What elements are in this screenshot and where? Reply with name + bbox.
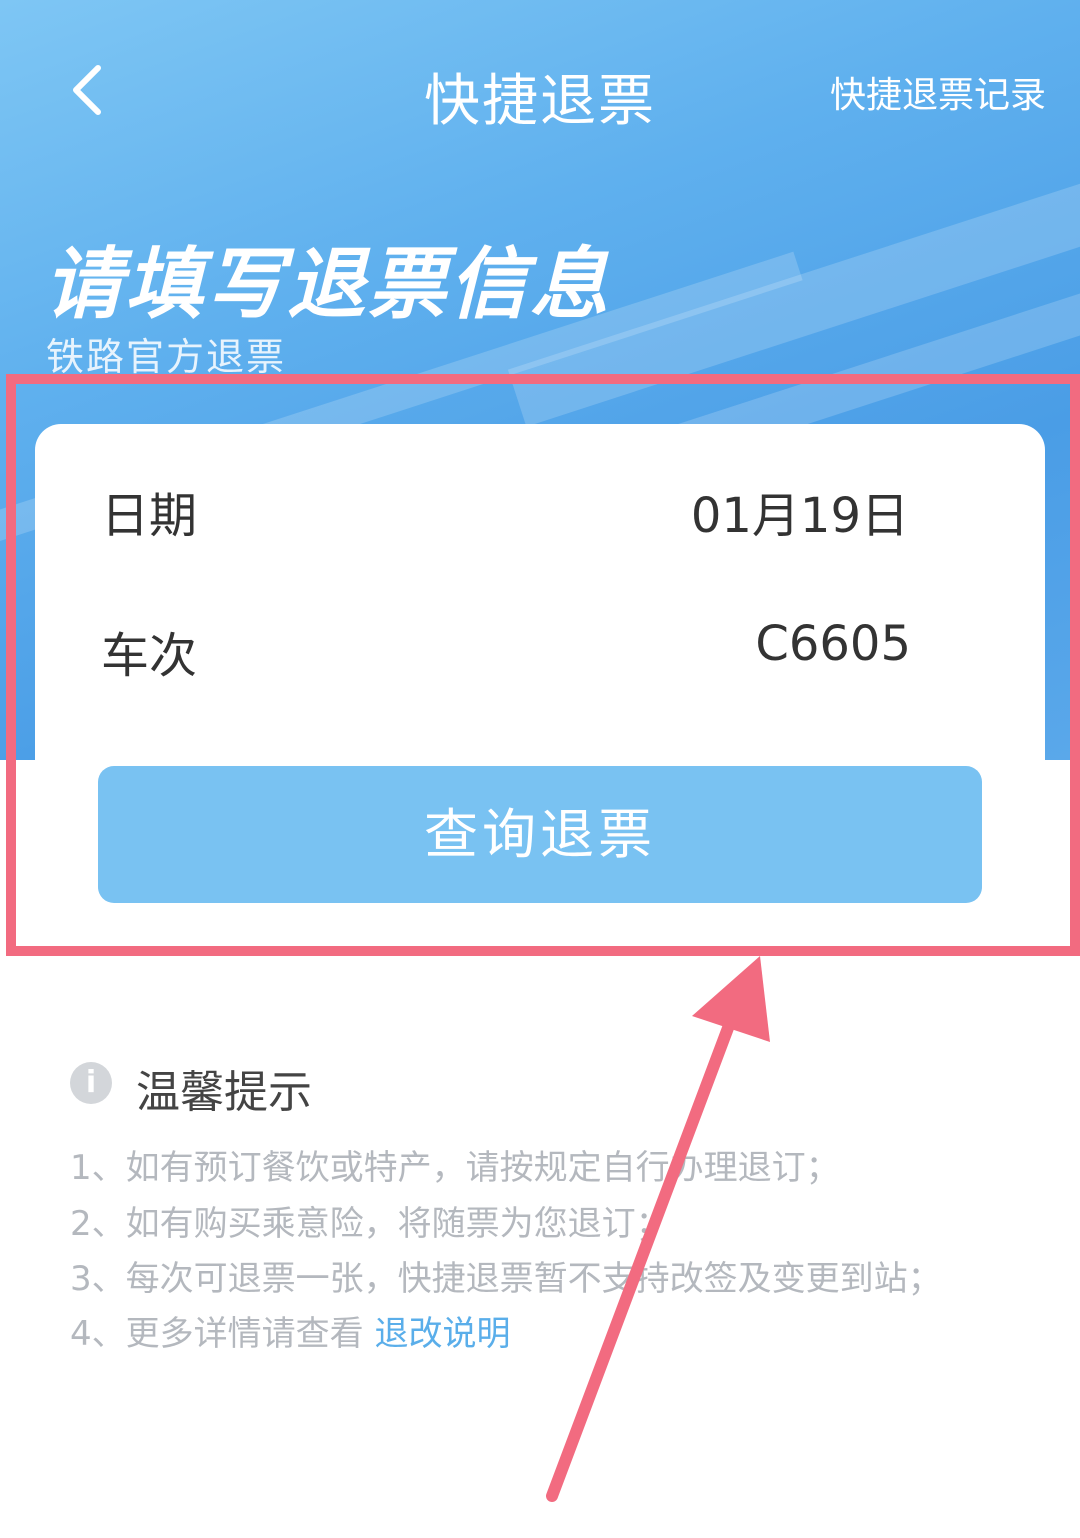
top-navigation-bar: 快捷退票 快捷退票记录 bbox=[0, 0, 1080, 180]
tip-item: 3、每次可退票一张，快捷退票暂不支持改签及变更到站； bbox=[70, 1259, 942, 1299]
date-label: 日期 bbox=[101, 488, 198, 544]
tip-item: 1、如有预订餐饮或特产，请按规定自行办理退订； bbox=[70, 1148, 840, 1188]
train-number-label: 车次 bbox=[101, 628, 198, 684]
tip-item-with-link: 4、更多详情请查看 退改说明 bbox=[70, 1306, 510, 1355]
train-number-value: C6605 bbox=[755, 616, 911, 672]
form-subheading: 铁路官方退票 bbox=[46, 335, 287, 379]
tip-item-text: 4、更多详情请查看 bbox=[70, 1314, 364, 1354]
form-heading: 请填写退票信息 bbox=[44, 240, 612, 330]
query-refund-button[interactable]: 查询退票 bbox=[98, 766, 982, 903]
tip-item: 2、如有购买乘意险，将随票为您退订； bbox=[70, 1204, 670, 1244]
refund-records-link[interactable]: 快捷退票记录 bbox=[830, 66, 1046, 118]
date-value: 01月19日 bbox=[690, 488, 909, 544]
info-icon: i bbox=[70, 1062, 112, 1104]
refund-policy-link[interactable]: 退改说明 bbox=[374, 1314, 510, 1354]
date-row[interactable]: 日期 01月19日 bbox=[0, 476, 1010, 556]
tips-title: 温馨提示 bbox=[136, 1067, 312, 1118]
train-number-row[interactable]: 车次 C6605 bbox=[0, 616, 1010, 696]
